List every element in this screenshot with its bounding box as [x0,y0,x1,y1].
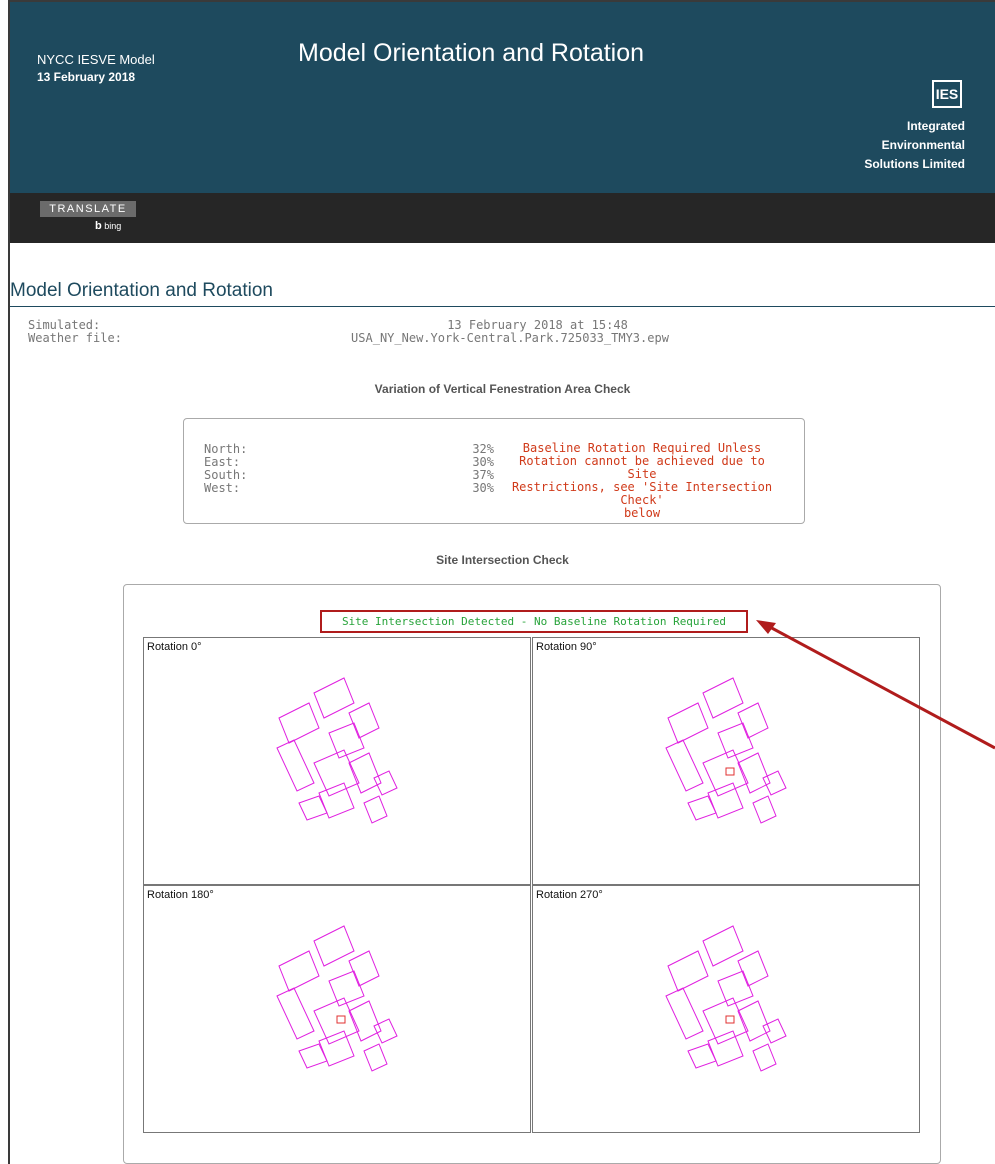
arrow-head [756,620,776,634]
callout-arrow [756,620,995,750]
arrow-line [767,624,995,750]
